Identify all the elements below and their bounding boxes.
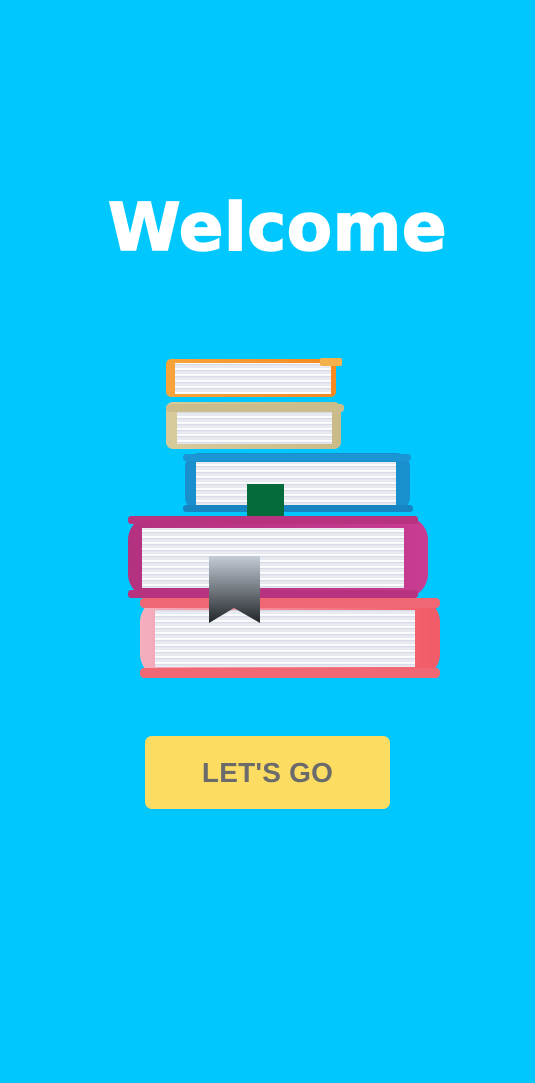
book-stack-icon [120,350,450,690]
welcome-title: Welcome [107,188,448,267]
lets-go-button[interactable]: LET'S GO [145,736,390,809]
welcome-screen: Welcome LET'S GO [0,0,535,1083]
lets-go-label: LET'S GO [201,756,334,788]
